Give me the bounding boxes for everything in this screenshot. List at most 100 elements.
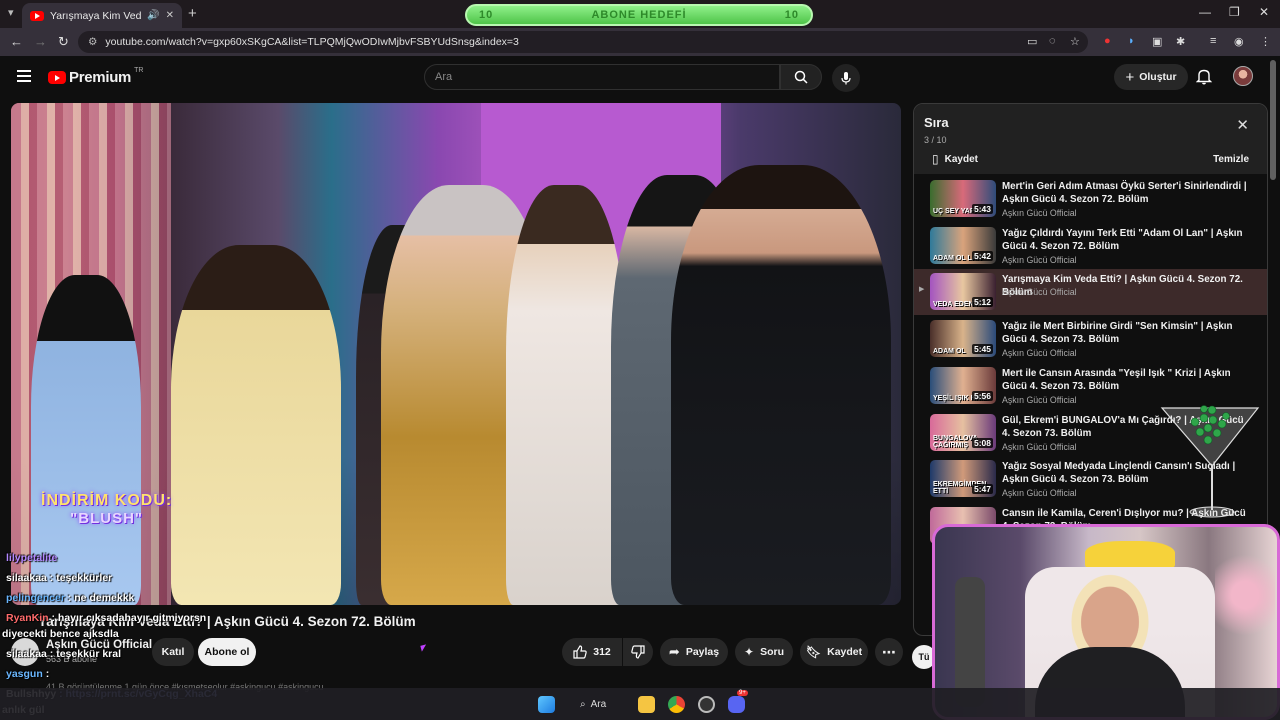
queue-header: Sıra 3 / 10 ✕ ▯ Kaydet Temizle	[914, 104, 1267, 174]
create-label: Oluştur	[1139, 71, 1177, 83]
video-player[interactable]: İNDİRİM KODU: "BLUSH"	[11, 103, 901, 605]
chat-username: lilypetalite	[6, 552, 58, 564]
queue-thumbnail[interactable]: VEDA EDEN İSİM 5:12	[930, 273, 996, 311]
extension-audio-icon[interactable]: ◗	[1128, 35, 1135, 47]
queue-thumbnail[interactable]: YEŞİL IŞIK KRİZİ 5:56	[930, 366, 996, 404]
youtube-play-icon	[48, 71, 66, 84]
queue-item[interactable]: ▶ VEDA EDEN İSİM 5:12 Yarışmaya Kim Veda Et…	[914, 269, 1267, 316]
discord-badge: 9+	[737, 690, 748, 696]
voice-search-button[interactable]	[832, 64, 860, 92]
share-icon: ➦	[668, 644, 680, 659]
queue-thumbnail[interactable]: EKREMGİMDEN ETTİ 5:47	[930, 460, 996, 498]
goal-left-count: 10	[479, 9, 494, 21]
eye-off-icon[interactable]: ◌	[1049, 35, 1056, 47]
browser-tab-active[interactable]: Yarışmaya Kim Veda Etti? | A 🔊 ✕	[22, 3, 182, 28]
queue-position: 3 / 10	[924, 135, 947, 145]
subscriber-goal-banner: 10 ABONE HEDEFİ 10	[465, 4, 813, 26]
address-bar[interactable]: ⚙ youtube.com/watch?v=gxp60xSKgCA&list=T…	[78, 31, 1088, 53]
promo-code: "BLUSH"	[70, 510, 144, 528]
new-tab-icon[interactable]: +	[188, 5, 197, 22]
queue-thumbnail[interactable]: BUNGALOVA ÇAĞIRMIŞ 5:08	[930, 413, 996, 451]
file-explorer-icon[interactable]	[638, 696, 655, 713]
queue-save-button[interactable]: ▯ Kaydet	[932, 152, 978, 166]
taskbar-search[interactable]: ⌕ Ara	[580, 694, 630, 714]
chat-text: : hayır çıksadahayır gitmiyorsn	[51, 612, 207, 624]
join-button[interactable]: Katıl	[152, 638, 194, 666]
queue-item[interactable]: ADAM OL LAN 5:42 Yağız Çıldırdı Yayını Ter…	[914, 223, 1267, 269]
restore-icon[interactable]: ❐	[1229, 5, 1240, 19]
chat-text: : ne demekkk	[67, 592, 135, 604]
queue-item-title: Mert'in Geri Adım Atması Öykü Serter'i S…	[1002, 181, 1247, 205]
extension-square-icon[interactable]: ▣	[1152, 35, 1162, 48]
subscribe-button[interactable]: Abone ol	[198, 638, 256, 666]
tab-title: Yarışmaya Kim Veda Etti? | A	[50, 9, 142, 22]
video-duration: 5:42	[971, 250, 993, 261]
obs-icon[interactable]	[698, 696, 715, 713]
thumbnail-caption: ADAM OL	[933, 348, 966, 356]
queue-item-channel: Aşkın Gücü Official	[1002, 488, 1077, 499]
page-scrollbar[interactable]	[1270, 60, 1276, 180]
save-button[interactable]: 🔖︎ Kaydet	[800, 638, 868, 666]
youtube-logo[interactable]: Premium TR	[48, 67, 144, 86]
now-playing-icon: ▶	[919, 286, 925, 294]
queue-clear-button[interactable]: Temizle	[1213, 154, 1249, 165]
cast-icon[interactable]: ▭	[1027, 35, 1037, 48]
queue-item[interactable]: UÇ SEY YAPAM 5:43 Mert'in Geri Adım Atması…	[914, 176, 1267, 222]
chat-message: silaakaa : teşekkürler	[6, 572, 112, 584]
chat-username: silaakaa	[6, 572, 47, 584]
account-avatar[interactable]	[1233, 66, 1253, 86]
profile-icon[interactable]: ◉	[1234, 35, 1244, 48]
like-button[interactable]: 312	[562, 638, 622, 666]
forward-icon[interactable]: →	[34, 34, 47, 49]
chat-username: RyanKin	[6, 612, 49, 624]
reading-list-icon[interactable]: ≡	[1210, 35, 1216, 47]
dislike-button[interactable]	[623, 638, 653, 666]
chat-text: : teşekkür kral	[49, 648, 122, 660]
chat-text: :	[45, 668, 50, 680]
chat-message: silaakaa : teşekkür kral	[6, 648, 121, 660]
tab-search-icon[interactable]: ▾	[8, 6, 14, 19]
goal-label: ABONE HEDEFİ	[591, 9, 687, 21]
queue-thumbnail[interactable]: ADAM OL LAN 5:42	[930, 226, 996, 264]
minimize-icon[interactable]: —	[1199, 5, 1211, 19]
contestant-black-suit	[671, 165, 891, 605]
search-input[interactable]: Ara	[424, 64, 780, 90]
queue-item-channel: Aşkın Gücü Official	[1002, 348, 1077, 359]
logo-country: TR	[134, 67, 144, 74]
back-icon[interactable]: ←	[10, 34, 23, 49]
video-duration: 5:08	[971, 437, 993, 448]
notifications-bell-icon[interactable]	[1196, 68, 1212, 85]
tab-close-icon[interactable]: ✕	[166, 10, 174, 21]
chat-username: yasgun	[6, 668, 43, 680]
cherry-blossom-decor	[1215, 535, 1275, 655]
video-duration: 5:56	[971, 390, 993, 401]
reload-icon[interactable]: ↻	[58, 34, 69, 50]
extensions-puzzle-icon[interactable]: ✱	[1176, 35, 1185, 48]
search-button[interactable]	[780, 64, 822, 90]
discord-icon[interactable]: 9+	[728, 690, 748, 713]
bookmark-star-icon[interactable]: ☆	[1070, 35, 1080, 48]
queue-save-label: Kaydet	[944, 153, 978, 165]
bookmark-icon: ▯	[932, 152, 939, 166]
create-button[interactable]: + Oluştur	[1114, 64, 1188, 90]
chat-username: silaakaa	[6, 648, 47, 660]
queue-thumbnail[interactable]: ADAM OL 5:45	[930, 320, 996, 358]
queue-item-title: Yağız ile Mert Birbirine Girdi "Sen Kims…	[1002, 321, 1233, 346]
queue-item[interactable]: ADAM OL 5:45 Yağız ile Mert Birbirine Gird…	[914, 316, 1267, 362]
extension-red-icon[interactable]: ●	[1104, 35, 1111, 47]
close-icon[interactable]: ✕	[1236, 116, 1249, 134]
chrome-icon[interactable]	[668, 696, 685, 713]
save-label: Kaydet	[827, 646, 863, 658]
site-info-icon[interactable]: ⚙	[88, 36, 97, 48]
menu-icon[interactable]	[17, 70, 31, 82]
more-actions-icon[interactable]: ⋯	[875, 638, 903, 666]
share-button[interactable]: ➦ Paylaş	[660, 638, 728, 666]
ask-button[interactable]: ✦ Soru	[735, 638, 793, 666]
windows-taskbar: ⌕ Ara 9+	[0, 688, 1280, 720]
queue-thumbnail[interactable]: UÇ SEY YAPAM 5:43	[930, 180, 996, 217]
queue-item-channel: Aşkın Gücü Official	[1002, 441, 1077, 452]
browser-menu-icon[interactable]: ⋮	[1260, 35, 1271, 48]
start-menu-icon[interactable]	[538, 696, 555, 713]
close-window-icon[interactable]: ✕	[1259, 5, 1269, 19]
tab-audio-icon[interactable]: 🔊	[147, 10, 159, 21]
